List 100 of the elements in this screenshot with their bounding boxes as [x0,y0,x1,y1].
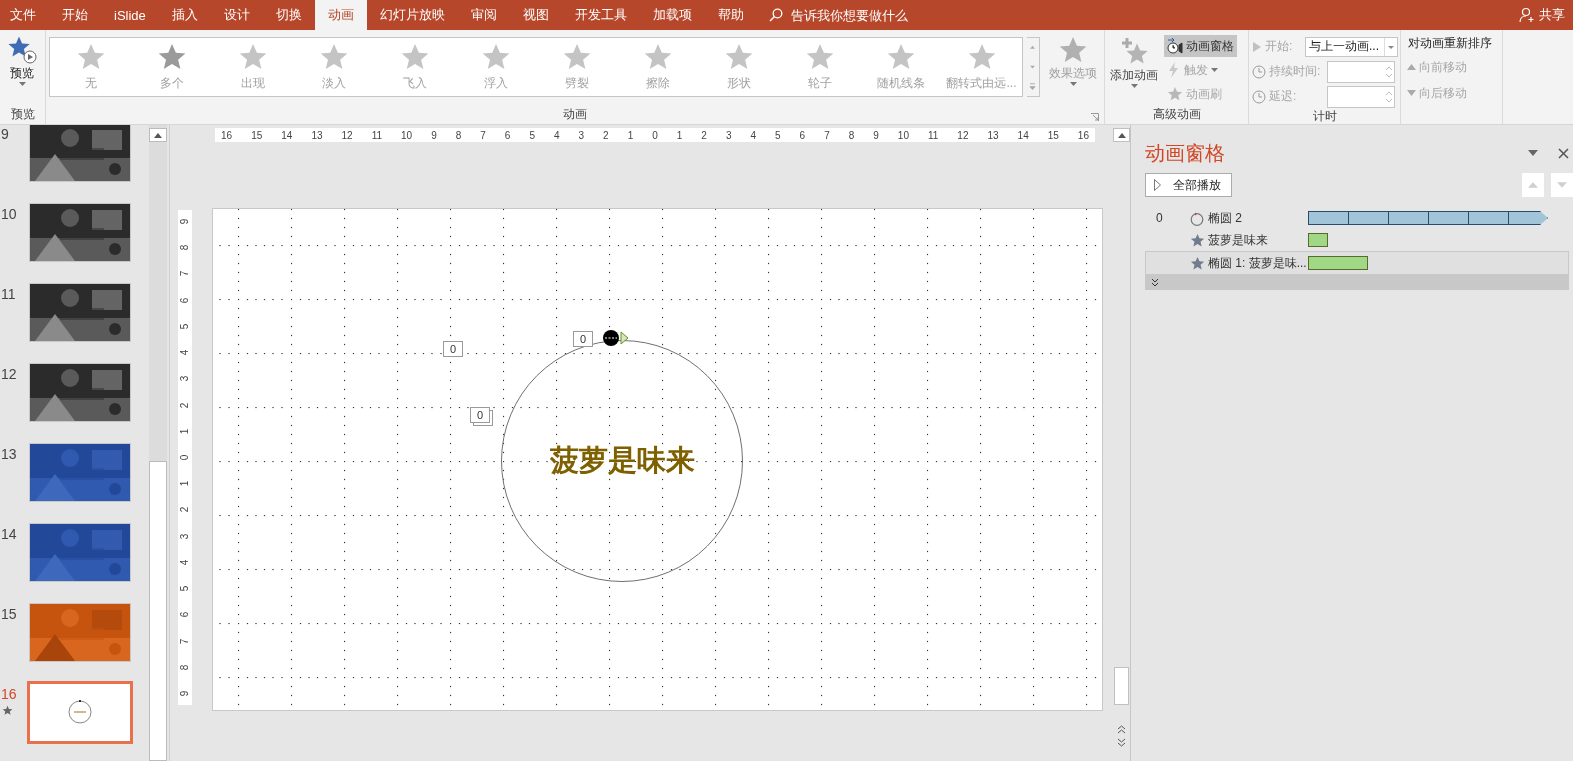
ribbon-tab[interactable]: 设计 [210,0,263,30]
ruler-number: 0 [179,454,191,461]
ribbon-tab[interactable]: 开始 [49,0,101,30]
tell-me-field[interactable]: 告诉我你想要做什么 [788,6,993,24]
ruler-number: 1 [179,428,191,435]
ruler-number: 5 [179,323,191,330]
group-label: 预览 [9,106,36,123]
animation-name: 椭圆 1: 菠萝是味... [1208,254,1308,272]
animation-name: 椭圆 2 [1208,209,1243,227]
effect-option[interactable]: 无 [50,38,131,96]
effect-option[interactable]: 擦除 [617,38,698,96]
ruler-number: 6 [504,129,511,141]
ruler-number: 8 [179,664,191,670]
animation-item[interactable]: 菠萝是味来 [1145,229,1569,251]
effect-label: 浮入 [483,75,508,92]
animation-tag[interactable]: 0 [573,331,594,347]
ribbon-tab[interactable]: iSlide [101,0,159,30]
effect-label: 淡入 [321,75,346,92]
effect-label: 形状 [726,75,751,92]
animation-pane-button[interactable]: 动画窗格 [1164,35,1237,57]
effect-label: 轮子 [807,75,832,92]
effect-label: 随机线条 [876,75,925,92]
ruler-number: 6 [799,129,806,141]
ribbon-tab[interactable]: 动画 [314,0,367,30]
slide-number: 13 [0,445,18,462]
effect-option[interactable]: 翻转式由远... [941,38,1022,96]
slide-number: 9 [0,125,10,142]
slide-canvas[interactable]: 菠萝是味来 0 0 0 [212,208,1103,711]
ruler-number: 7 [179,271,191,277]
ruler-number: 8 [455,129,462,141]
effect-option[interactable]: 劈裂 [536,38,617,96]
effect-option[interactable]: 浮入 [455,38,536,96]
reorder-title: 对动画重新排序 [1407,35,1493,52]
ribbon-tab[interactable]: 加载项 [639,0,705,30]
pane-title: 动画窗格 [1145,140,1226,166]
group-label: 动画 [563,107,587,121]
add-animation-label: 添加动画 [1110,67,1158,84]
effect-option[interactable]: 飞入 [374,38,455,96]
ribbon-tab[interactable]: 审阅 [457,0,510,30]
ruler-number: 4 [179,559,191,566]
ribbon-tab[interactable]: 开发工具 [561,0,640,30]
ruler-number: 1 [676,129,683,141]
share-button[interactable]: 共享 [1539,6,1565,24]
ribbon-tab[interactable]: 幻灯片放映 [366,0,458,30]
ruler-number: 5 [179,585,191,592]
shape-text: 菠萝是味来 [549,443,695,478]
effect-option[interactable]: 多个 [131,38,212,96]
ruler-number: 12 [341,129,353,141]
ruler-number: 15 [251,129,263,141]
ruler-number: 8 [848,129,855,141]
animation-tag[interactable]: 0 [470,407,491,423]
slide-number: 10 [0,205,18,222]
effect-label: 翻转式由远... [946,75,1017,92]
ribbon-tab[interactable]: 帮助 [704,0,757,30]
ruler-number: 3 [578,129,585,141]
effect-option[interactable]: 淡入 [293,38,374,96]
ruler-number: 1 [179,480,191,487]
ruler-number: 2 [179,507,191,513]
ribbon-tab[interactable]: 切换 [262,0,315,30]
ruler-number: 7 [179,638,191,644]
ruler-number: 4 [179,349,191,356]
ruler-number: 6 [179,612,191,618]
slide-number: 14 [0,525,18,542]
effect-option[interactable]: 出现 [212,38,293,96]
ruler-number: 16 [1077,129,1089,141]
ruler-number: 3 [179,533,191,539]
ruler-number: 4 [750,129,756,141]
effect-label: 劈裂 [564,75,589,92]
ruler-number: 4 [553,129,560,141]
ruler-number: 7 [480,129,486,141]
ribbon-tab[interactable]: 视图 [509,0,562,30]
effect-label: 多个 [159,75,184,92]
ruler-number: 8 [179,244,191,251]
ruler-number: 3 [725,129,732,141]
effect-option[interactable]: 随机线条 [860,38,941,96]
ruler-number: 16 [221,129,233,141]
animation-item[interactable]: 椭圆 1: 菠萝是味... [1145,251,1569,275]
effect-options-label: 效果选项 [1049,65,1098,82]
group-label: 计时 [1311,108,1338,125]
play-all-button[interactable]: 全部播放 [1145,173,1232,197]
effect-option[interactable]: 轮子 [779,38,860,96]
ruler-number: 2 [603,129,609,141]
preview-label: 预览 [10,65,34,82]
animation-tag[interactable]: 0 [443,341,464,357]
ruler-number: 3 [179,376,191,382]
ruler-number: 13 [311,129,323,141]
ribbon-tab[interactable]: 插入 [158,0,211,30]
ruler-number: 9 [179,218,191,225]
ruler-number: 1 [627,129,634,141]
preview-button[interactable]: 预览 [3,35,41,86]
effect-option[interactable]: 形状 [698,38,779,96]
ruler-number: 5 [529,129,535,141]
effect-label: 无 [84,75,97,92]
animation-name: 菠萝是味来 [1208,231,1269,249]
ruler-number: 11 [371,129,382,141]
add-animation-button[interactable]: 添加动画 [1108,35,1160,88]
ribbon-tab[interactable]: 文件 [0,0,49,30]
ruler-number: 9 [431,129,437,141]
animation-item[interactable]: 0 椭圆 2 [1145,207,1569,229]
ruler-number: 14 [1017,129,1029,141]
